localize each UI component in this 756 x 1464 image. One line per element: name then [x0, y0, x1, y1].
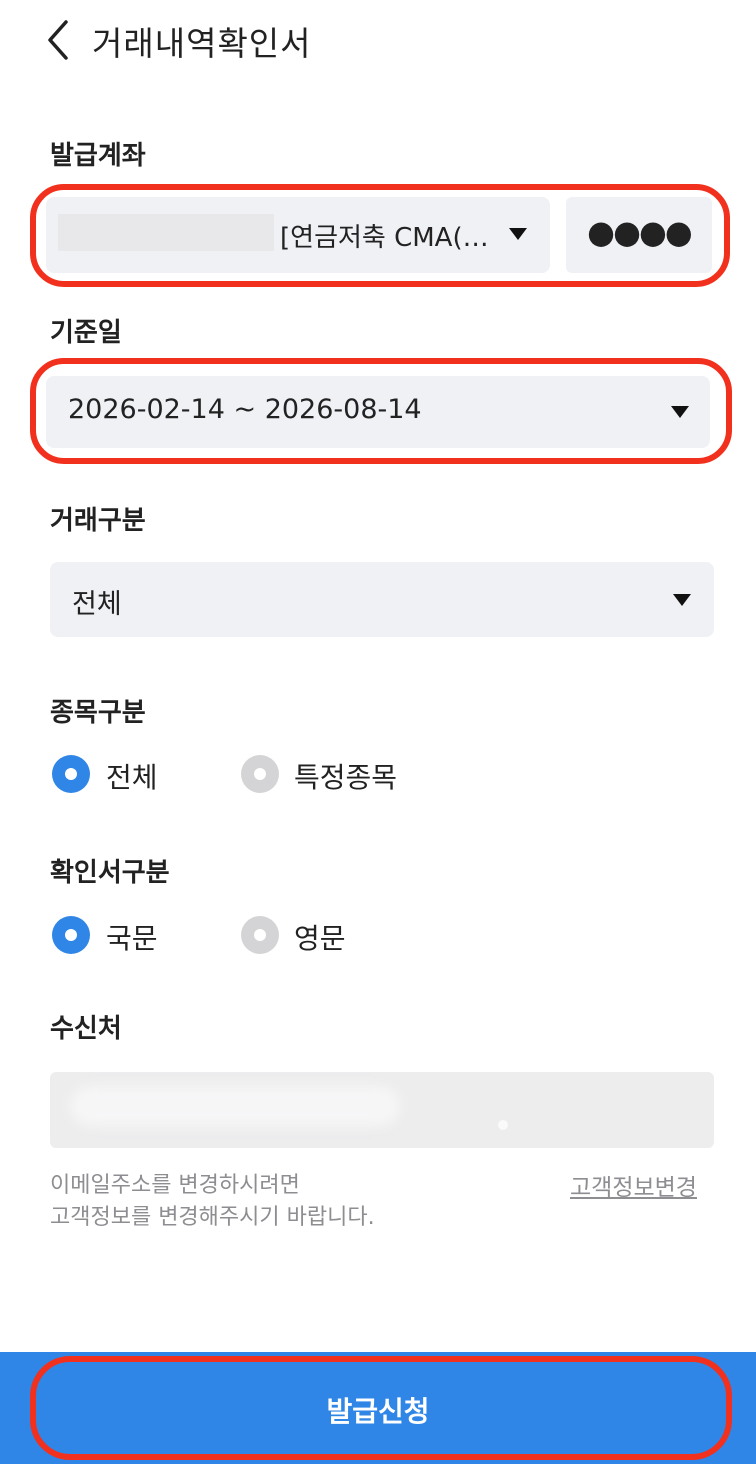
radio-item-all[interactable] [52, 755, 90, 793]
recipient-label: 수신처 [50, 1014, 122, 1044]
date-dropdown-icon [671, 406, 689, 418]
recipient-email-field [50, 1072, 714, 1148]
radio-cert-english[interactable] [241, 916, 279, 954]
radio-item-specific-label: 특정종목 [294, 761, 398, 794]
password-dots: ●●●● [587, 213, 693, 251]
masked-dot [498, 1120, 508, 1130]
radio-cert-korean-label: 국문 [106, 922, 158, 955]
page-title: 거래내역확인서 [92, 24, 312, 63]
header: 거래내역확인서 [0, 0, 756, 80]
submit-label: 발급신청 [326, 1395, 430, 1428]
masked-email [70, 1086, 400, 1126]
radio-cert-english-label: 영문 [294, 922, 346, 955]
account-select-value: [연금저축 CMA(… [280, 223, 489, 253]
hint-line-2: 고객정보를 변경해주시기 바랍니다. [50, 1205, 375, 1230]
trade-type-select[interactable] [50, 562, 714, 637]
account-number-masked [58, 214, 274, 251]
submit-button[interactable]: 발급신청 [0, 1352, 756, 1464]
radio-item-all-label: 전체 [106, 761, 158, 794]
trade-type-dropdown-icon [673, 594, 691, 606]
account-label: 발급계좌 [50, 141, 146, 171]
change-customer-info-link[interactable]: 고객정보변경 [570, 1168, 697, 1202]
trade-type-label: 거래구분 [50, 506, 146, 536]
date-select-value: 2026-02-14 ~ 2026-08-14 [68, 394, 422, 425]
radio-item-specific[interactable] [241, 755, 279, 793]
account-password-field[interactable]: ●●●● [566, 197, 712, 273]
item-type-label: 종목구분 [50, 698, 146, 728]
trade-type-value: 전체 [72, 589, 122, 620]
chevron-left-icon [48, 20, 68, 60]
radio-cert-korean[interactable] [52, 916, 90, 954]
hint-line-1: 이메일주소를 변경하시려면 [50, 1173, 300, 1198]
date-label: 기준일 [50, 318, 122, 348]
back-button[interactable] [40, 18, 80, 62]
recipient-hint: 이메일주소를 변경하시려면 고객정보를 변경해주시기 바랍니다. [50, 1170, 375, 1234]
account-dropdown-icon [509, 228, 527, 240]
cert-type-label: 확인서구분 [50, 858, 170, 888]
